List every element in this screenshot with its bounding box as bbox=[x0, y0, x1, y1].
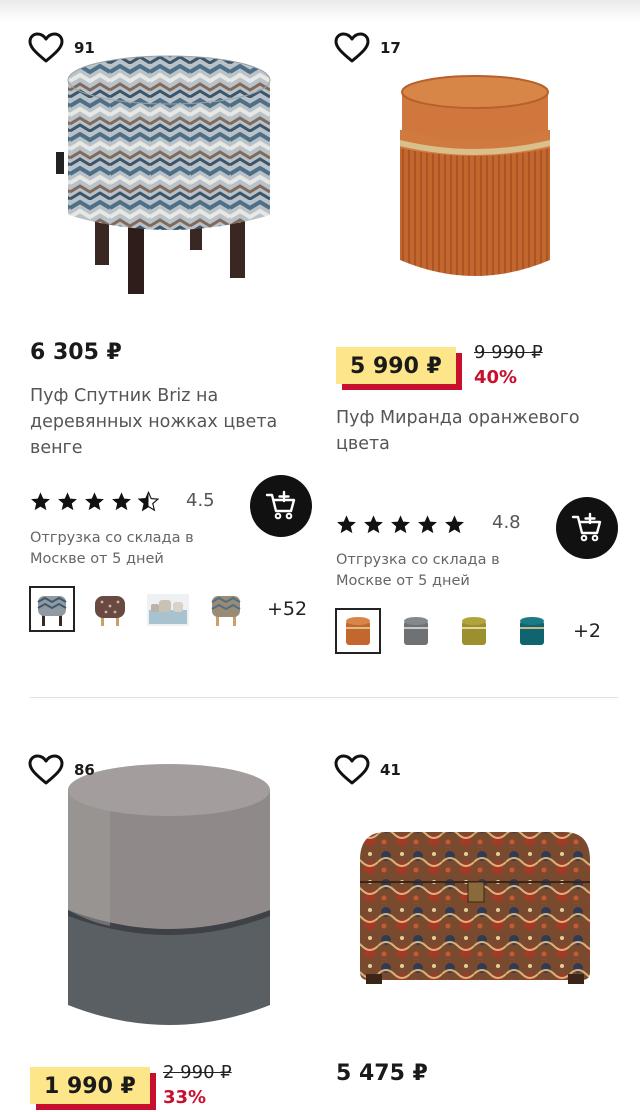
add-to-cart-button[interactable] bbox=[556, 497, 618, 559]
add-to-cart-icon bbox=[265, 490, 296, 520]
color-variants: +2 bbox=[335, 608, 601, 654]
top-shadow bbox=[0, 0, 640, 22]
shipping-info: Отгрузка со склада в Москве от 5 дней bbox=[30, 530, 194, 567]
old-price: 2 990 ₽ bbox=[163, 1062, 232, 1083]
variant-swatch[interactable] bbox=[451, 608, 497, 654]
favorite-button[interactable]: 91 bbox=[28, 32, 95, 64]
heart-icon bbox=[334, 32, 370, 63]
likes-count: 91 bbox=[74, 39, 95, 57]
star-icon bbox=[337, 515, 356, 534]
half-star-icon bbox=[138, 491, 159, 512]
star-icon bbox=[364, 515, 383, 534]
discount-percent: 33% bbox=[163, 1087, 207, 1108]
variant-swatch[interactable] bbox=[145, 586, 191, 632]
product-image[interactable] bbox=[346, 820, 602, 995]
product-price: 5 475 ₽ bbox=[336, 1061, 428, 1086]
product-image[interactable] bbox=[30, 30, 308, 322]
rating-value: 4.8 bbox=[492, 512, 521, 533]
star-icon bbox=[31, 492, 50, 511]
product-price: 1 990 ₽ bbox=[44, 1074, 136, 1099]
star-icon bbox=[58, 492, 77, 511]
discount-percent: 40% bbox=[474, 367, 518, 388]
heart-icon bbox=[334, 754, 370, 785]
star-icon bbox=[445, 515, 464, 534]
product-price: 5 990 ₽ bbox=[350, 354, 442, 379]
old-price: 9 990 ₽ bbox=[474, 342, 543, 363]
favorite-button[interactable]: 86 bbox=[28, 754, 95, 786]
color-variants: +52 bbox=[29, 586, 307, 632]
favorite-button[interactable]: 17 bbox=[334, 32, 401, 64]
more-variants-count[interactable]: +52 bbox=[267, 598, 307, 620]
rating-stars bbox=[30, 491, 159, 512]
heart-icon bbox=[28, 32, 64, 63]
variant-swatch-selected[interactable] bbox=[335, 608, 381, 654]
favorite-button[interactable]: 41 bbox=[334, 754, 401, 786]
more-variants-count[interactable]: +2 bbox=[573, 620, 601, 642]
product-title[interactable]: Пуф Спутник Briz на деревянных ножках цв… bbox=[30, 383, 310, 461]
variant-swatch-selected[interactable] bbox=[29, 586, 75, 632]
sale-price-badge: 1 990 ₽ bbox=[30, 1067, 150, 1104]
star-icon bbox=[391, 515, 410, 534]
variant-swatch[interactable] bbox=[393, 608, 439, 654]
likes-count: 17 bbox=[380, 39, 401, 57]
variant-swatch[interactable] bbox=[203, 586, 249, 632]
product-image[interactable] bbox=[30, 750, 308, 1050]
variant-swatch[interactable] bbox=[509, 608, 555, 654]
add-to-cart-icon bbox=[571, 512, 602, 542]
heart-icon bbox=[28, 754, 64, 785]
sale-price-badge: 5 990 ₽ bbox=[336, 347, 456, 384]
row-divider bbox=[30, 697, 618, 698]
likes-count: 41 bbox=[380, 761, 401, 779]
variant-swatch[interactable] bbox=[87, 586, 133, 632]
shipping-info: Отгрузка со склада в Москве от 5 дней bbox=[336, 552, 500, 589]
likes-count: 86 bbox=[74, 761, 95, 779]
product-image[interactable] bbox=[336, 60, 616, 300]
star-icon bbox=[112, 492, 131, 511]
product-title[interactable]: Пуф Миранда оранжевого цвета bbox=[336, 405, 616, 457]
product-price: 6 305 ₽ bbox=[30, 340, 122, 365]
rating-stars bbox=[336, 514, 465, 535]
star-icon bbox=[418, 515, 437, 534]
star-icon bbox=[85, 492, 104, 511]
add-to-cart-button[interactable] bbox=[250, 475, 312, 537]
rating-value: 4.5 bbox=[186, 490, 215, 511]
